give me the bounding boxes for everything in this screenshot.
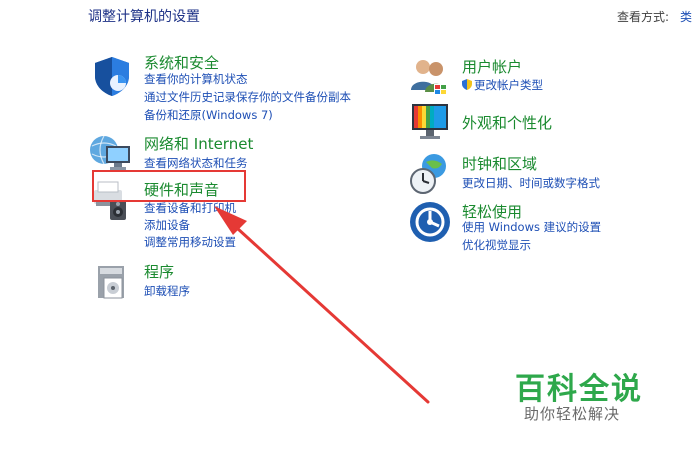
watermark-subtitle: 助你轻松解决 [524,405,621,423]
link-uninstall-program[interactable]: 卸载程序 [144,283,190,299]
category-title-system-security[interactable]: 系统和安全 [144,52,219,73]
link-change-account-type-label: 更改帐户类型 [474,78,543,92]
link-devices-printers[interactable]: 查看设备和打印机 [144,200,236,216]
monitor-icon[interactable] [408,100,452,144]
link-view-computer-status[interactable]: 查看你的计算机状态 [144,71,248,87]
category-title-user-accounts[interactable]: 用户帐户 [462,56,522,77]
category-title-network-internet[interactable]: 网络和 Internet [144,133,253,154]
link-add-device[interactable]: 添加设备 [144,217,190,233]
category-title-clock-region[interactable]: 时钟和区域 [462,153,537,174]
link-file-history[interactable]: 通过文件历史记录保存你的文件备份副本 [144,89,351,105]
category-title-programs[interactable]: 程序 [144,261,174,282]
link-optimize-visual[interactable]: 优化视觉显示 [462,237,531,253]
view-mode-dropdown[interactable]: 类 [680,8,692,25]
link-windows-recommended[interactable]: 使用 Windows 建议的设置 [462,219,601,235]
category-title-appearance[interactable]: 外观和个性化 [462,112,552,133]
highlight-box [92,170,246,202]
watermark-title: 百科全说 [515,372,643,407]
link-view-network-status[interactable]: 查看网络状态和任务 [144,155,248,171]
clock-globe-icon[interactable] [408,152,452,196]
users-icon[interactable] [408,54,452,98]
page-title: 调整计算机的设置 [88,9,200,25]
uac-shield-icon [462,79,472,90]
programs-icon[interactable] [90,260,134,304]
network-globe-icon[interactable] [88,130,132,174]
view-mode-label: 查看方式: [617,10,670,24]
link-change-date-time-format[interactable]: 更改日期、时间或数字格式 [462,175,600,191]
shield-icon[interactable] [90,54,134,98]
ease-of-access-icon[interactable] [408,200,452,244]
link-backup-restore[interactable]: 备份和还原(Windows 7) [144,107,273,123]
link-mobility-settings[interactable]: 调整常用移动设置 [144,234,236,250]
link-change-account-type[interactable]: 更改帐户类型 [462,77,543,93]
